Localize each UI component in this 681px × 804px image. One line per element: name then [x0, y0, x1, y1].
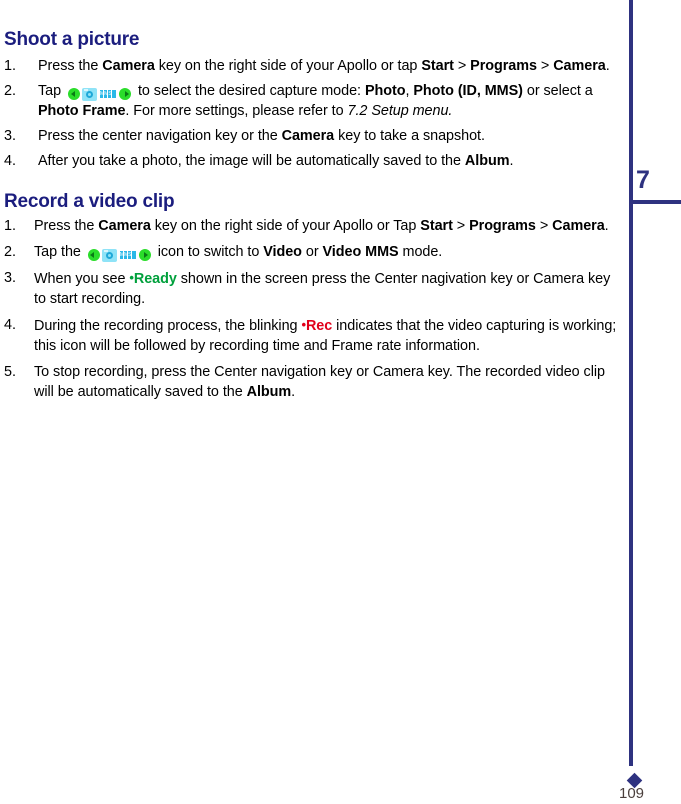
emphasis-bold: Video [263, 244, 302, 260]
list-item: 3. When you see •Ready shown in the scree… [4, 268, 625, 309]
body-text: > [452, 218, 470, 234]
list-item-text: To stop recording, press the Center navi… [34, 362, 625, 402]
body-text: . For more settings, please refer to [125, 103, 348, 119]
status-label: Rec [305, 318, 333, 334]
body-text: to select the desired capture mode: [134, 83, 365, 99]
emphasis-bold: Video MMS [322, 244, 399, 260]
status-badge-ready: •Ready [129, 270, 177, 287]
body-text: or [301, 244, 323, 260]
body-text: . [605, 58, 610, 74]
body-text: Press the center navigation key or the [38, 128, 282, 144]
mms-icon[interactable]: MMS [100, 90, 116, 99]
list-item-text: Tap MMS to select the desired capture mo… [38, 81, 625, 121]
list-item-number: 5. [4, 364, 16, 380]
body-text: Tap the [34, 244, 85, 260]
list-item: 4. After you take a photo, the image will… [4, 151, 625, 171]
list-item-number: 2. [4, 244, 16, 260]
body-text: . [291, 384, 296, 400]
body-text: key on the right side of your Apollo or … [154, 58, 422, 74]
emphasis-bold: Camera [552, 218, 605, 234]
list-item-text: During the recording process, the blinki… [34, 315, 625, 356]
list-item-number: 4. [4, 317, 16, 333]
list-item-number: 1. [4, 58, 16, 74]
list-item-text: After you take a photo, the image will b… [38, 151, 625, 171]
mode-switch-icon-strip[interactable]: MMS [68, 87, 131, 101]
body-text: . [509, 153, 514, 169]
emphasis-bold: Start [421, 58, 454, 74]
step-list-record-a-video-clip: 1. Press the Camera key on the right side… [4, 216, 625, 407]
mms-icon-label: MMS [100, 91, 112, 98]
body-text: When you see [34, 271, 130, 287]
emphasis-bold: Photo (ID, MMS) [413, 83, 523, 99]
body-text: key to take a snapshot. [334, 128, 485, 144]
list-item-text: Press the center navigation key or the C… [38, 126, 625, 146]
camera-icon[interactable] [82, 87, 97, 101]
body-text: > [535, 218, 553, 234]
arrow-right-circle-icon[interactable] [119, 88, 131, 101]
emphasis-bold: Camera [102, 58, 155, 74]
list-item-number: 3. [4, 128, 16, 144]
page-edge-vertical-rule [629, 0, 633, 766]
camera-icon[interactable] [101, 248, 117, 262]
body-text: key on the right side of your Apollo or … [150, 218, 421, 234]
emphasis-bold: Photo [364, 83, 406, 99]
mms-icon-label: MMS [119, 252, 132, 259]
body-text: After you take a photo, the image will b… [38, 153, 465, 169]
list-item-text: Press the Camera key on the right side o… [34, 216, 625, 236]
list-item: 3. Press the center navigation key or the… [4, 126, 625, 146]
arrow-left-circle-icon[interactable] [87, 249, 100, 262]
list-item: 2. Tap MMS to select the desired capture … [4, 81, 625, 121]
emphasis-bold: Camera [281, 128, 335, 144]
emphasis-bold: Programs [470, 58, 537, 74]
mms-icon[interactable]: MMS [119, 251, 136, 260]
body-text: icon to switch to [153, 244, 264, 260]
page-number: 109 [619, 785, 645, 802]
step-list-shoot-a-picture: 1. Press the Camera key on the right side… [4, 56, 625, 176]
chapter-tab-horizontal-rule [629, 200, 681, 204]
emphasis-bold: Album [246, 384, 292, 400]
arrow-left-circle-icon[interactable] [68, 88, 80, 101]
list-item: 1. Press the Camera key on the right side… [4, 216, 625, 236]
emphasis-bold: Programs [469, 218, 536, 234]
status-badge-rec: •Rec [301, 317, 333, 334]
list-item: 1. Press the Camera key on the right side… [4, 56, 625, 76]
list-item-text: When you see •Ready shown in the screen … [34, 268, 625, 309]
body-text: Press the [38, 58, 103, 74]
section-heading-record-a-video-clip: Record a video clip [4, 191, 175, 212]
body-text: . [604, 218, 609, 234]
body-text: > [536, 58, 554, 74]
emphasis-italic: 7.2 Setup menu. [347, 103, 453, 119]
emphasis-bold: Start [420, 218, 453, 234]
emphasis-bold: Album [464, 153, 510, 169]
list-item: 2. Tap the MMS icon to switch to Video or… [4, 242, 625, 262]
list-item: 4. During the recording process, the blin… [4, 315, 625, 356]
list-item-number: 2. [4, 83, 16, 99]
body-text: Press the [34, 218, 99, 234]
list-item: 5. To stop recording, press the Center na… [4, 362, 625, 402]
status-label: Ready [133, 271, 177, 287]
body-text: To stop recording, press the Center navi… [34, 364, 605, 400]
body-text: During the recording process, the blinki… [34, 318, 302, 334]
body-text: or select a [522, 83, 593, 99]
list-item-number: 4. [4, 153, 16, 169]
list-item-number: 3. [4, 270, 16, 286]
list-item-number: 1. [4, 218, 16, 234]
emphasis-bold: Camera [553, 58, 606, 74]
body-text: mode. [398, 244, 443, 260]
arrow-right-circle-icon[interactable] [138, 249, 151, 262]
mode-switch-icon-strip[interactable]: MMS [87, 248, 151, 262]
emphasis-bold: Photo Frame [38, 103, 126, 119]
list-item-text: Tap the MMS icon to switch to Video or V… [34, 242, 625, 262]
body-text: > [453, 58, 471, 74]
chapter-number: 7 [636, 166, 650, 194]
section-heading-shoot-a-picture: Shoot a picture [4, 29, 140, 50]
emphasis-bold: Camera [98, 218, 151, 234]
body-text: Tap [38, 83, 65, 99]
list-item-text: Press the Camera key on the right side o… [38, 56, 625, 76]
